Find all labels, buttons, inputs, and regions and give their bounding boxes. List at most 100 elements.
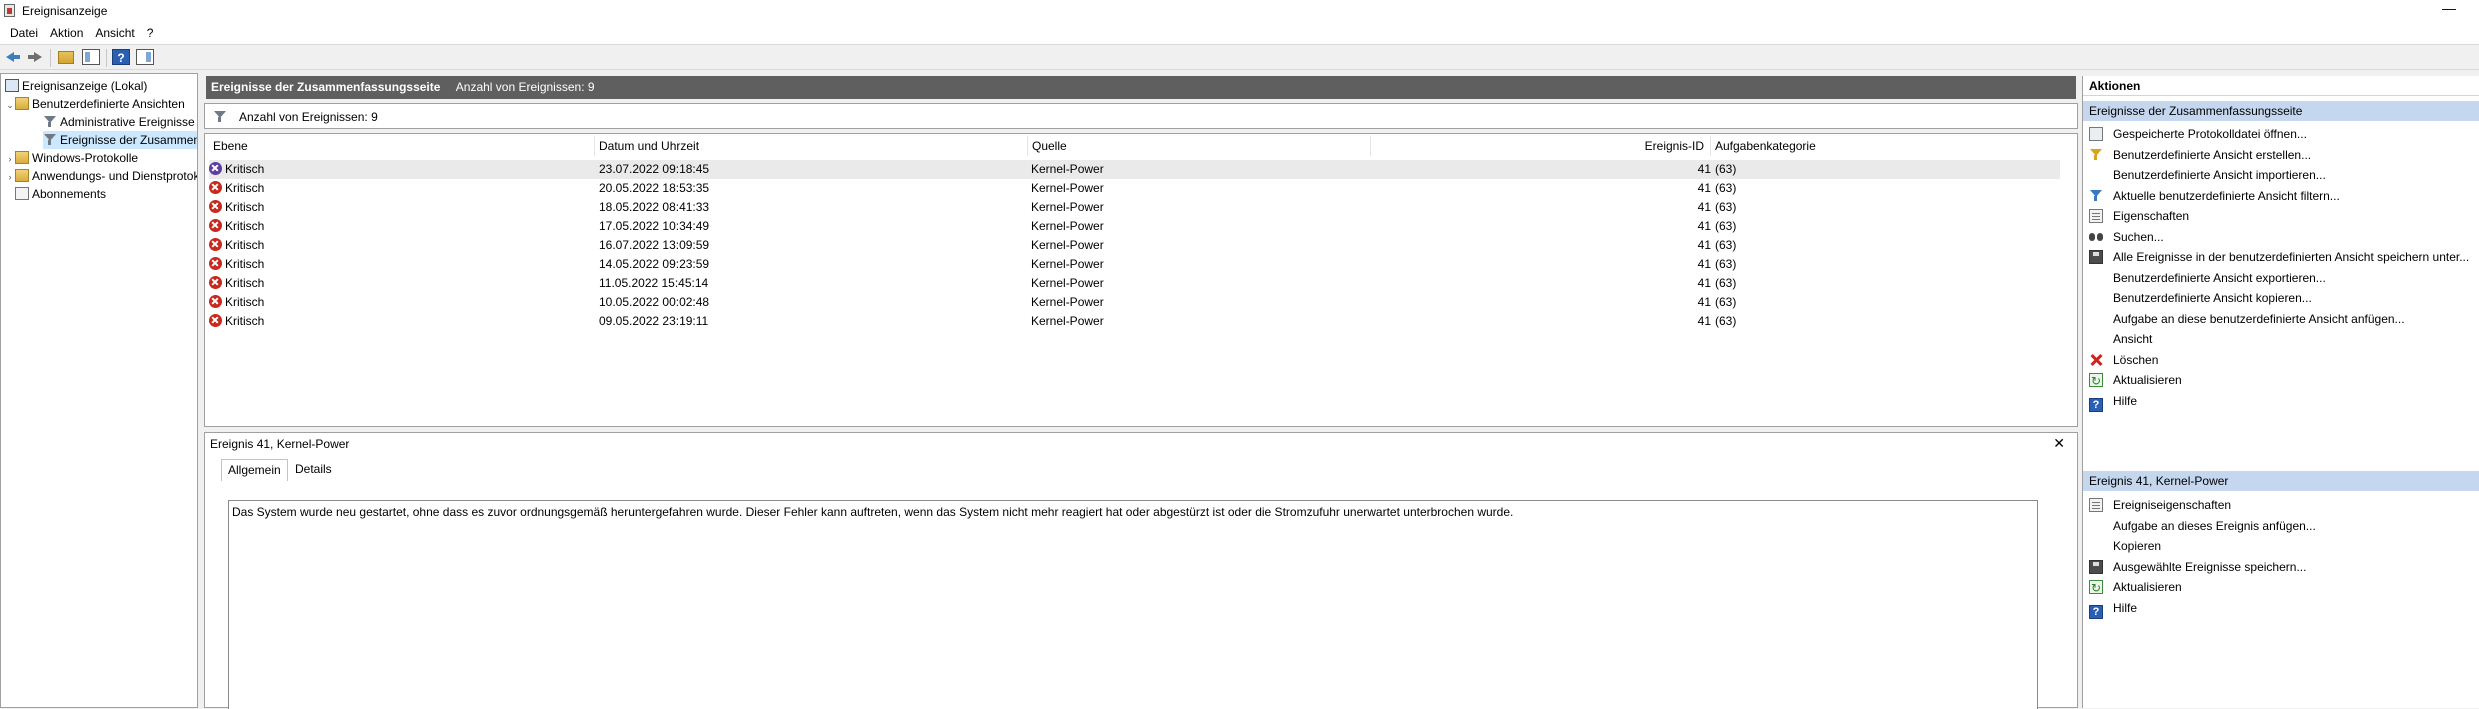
action-item[interactable]: Eigenschaften — [2089, 205, 2189, 227]
expand-chevron-icon[interactable]: › — [5, 168, 15, 186]
cell-datetime: 20.05.2022 18:53:35 — [599, 181, 710, 195]
cell-source: Kernel-Power — [1031, 181, 1104, 195]
action-label: Suchen... — [2113, 229, 2164, 244]
tree-item-root[interactable]: Ereignisanzeige (Lokal) — [5, 77, 147, 95]
column-header-task-category[interactable]: Aufgabenkategorie — [1711, 136, 2061, 156]
close-icon[interactable]: ✕ — [2053, 435, 2065, 452]
action-label: Ansicht — [2113, 332, 2153, 346]
menu-help[interactable]: ? — [141, 26, 160, 40]
action-item[interactable]: Aktualisieren — [2089, 576, 2182, 599]
filter-icon — [43, 115, 57, 128]
create-view-filter-icon — [2089, 148, 2103, 162]
toolbar-separator — [106, 49, 107, 67]
table-row[interactable]: Kritisch 17.05.2022 10:34:49 Kernel-Power 4… — [209, 217, 2060, 236]
minimize-button[interactable]: — — [2429, 0, 2469, 22]
table-row[interactable]: Kritisch 14.05.2022 09:23:59 Kernel-Power 4… — [209, 255, 2060, 274]
filter-bar: Anzahl von Ereignissen: 9 — [204, 103, 2078, 129]
action-item[interactable]: Aufgabe an diese benutzerdefinierte Ansi… — [2089, 308, 2405, 330]
menu-aktion[interactable]: Aktion — [44, 26, 89, 40]
action-item[interactable]: Gespeicherte Protokolldatei öffnen... — [2089, 123, 2307, 145]
action-label: Löschen — [2113, 352, 2159, 367]
column-header-source[interactable]: Quelle — [1028, 136, 1371, 156]
action-item[interactable]: Kopieren — [2089, 535, 2161, 557]
action-label: Hilfe — [2113, 600, 2138, 615]
action-item[interactable]: Aktuelle benutzerdefinierte Ansicht filt… — [2089, 185, 2340, 207]
action-item[interactable]: Ansicht — [2089, 328, 2152, 350]
critical-error-icon — [209, 219, 222, 232]
table-row[interactable]: Kritisch 23.07.2022 09:18:45 Kernel-Power 4… — [209, 160, 2060, 179]
forward-arrow-icon[interactable] — [26, 49, 44, 65]
cell-source: Kernel-Power — [1031, 295, 1104, 309]
collapse-chevron-icon[interactable]: ⌄ — [5, 96, 15, 114]
cell-source: Kernel-Power — [1031, 276, 1104, 290]
action-item[interactable]: ? Hilfe — [2089, 390, 2137, 412]
help-icon[interactable]: ? — [112, 49, 130, 65]
action-item[interactable]: Ereigniseigenschaften — [2089, 494, 2231, 516]
actions-section-view[interactable]: Ereignisse der Zusammenfassungsseite — [2083, 101, 2479, 121]
tree-item-label: Benutzerdefinierte Ansichten — [32, 97, 185, 111]
tree-item-app-service-logs[interactable]: › Anwendungs- und Dienstprotokolle — [5, 167, 198, 186]
tree-item-windows-logs[interactable]: › Windows-Protokolle — [5, 149, 138, 167]
subscriptions-icon — [15, 187, 29, 200]
tree-item-label: Anwendungs- und Dienstprotokolle — [32, 169, 198, 183]
column-header-level[interactable]: Ebene — [209, 136, 595, 156]
action-item[interactable]: Benutzerdefinierte Ansicht erstellen... — [2089, 144, 2311, 166]
table-row[interactable]: Kritisch 11.05.2022 15:45:14 Kernel-Power 4… — [209, 274, 2060, 293]
help-icon: ? — [2089, 397, 2103, 412]
action-item[interactable]: Suchen... — [2089, 226, 2164, 248]
tab-allgemein[interactable]: Allgemein — [221, 459, 288, 481]
up-folder-icon[interactable] — [58, 51, 74, 64]
level-label: Kritisch — [225, 200, 265, 214]
action-item[interactable]: Benutzerdefinierte Ansicht importieren..… — [2089, 164, 2326, 186]
cell-event-id: 41 — [1697, 257, 1711, 271]
tree-item-summary-events[interactable]: Ereignisse der Zusammenfassungsseite — [43, 131, 197, 149]
tree-item-custom-views[interactable]: ⌄ Benutzerdefinierte Ansichten — [5, 95, 185, 113]
blank-icon — [2089, 312, 2103, 326]
show-hide-action-pane-icon[interactable] — [136, 49, 154, 65]
table-row[interactable]: Kritisch 20.05.2022 18:53:35 Kernel-Power 4… — [209, 179, 2060, 198]
blank-icon — [2089, 519, 2103, 533]
cell-task-category: (63) — [1715, 200, 1737, 214]
column-header-datetime[interactable]: Datum und Uhrzeit — [595, 136, 1028, 156]
cell-level: Kritisch — [209, 198, 264, 217]
actions-section-event[interactable]: Ereignis 41, Kernel-Power — [2083, 471, 2479, 491]
cell-task-category: (63) — [1715, 276, 1737, 290]
table-row[interactable]: Kritisch 18.05.2022 08:41:33 Kernel-Power 4… — [209, 198, 2060, 217]
cell-task-category: (63) — [1715, 295, 1737, 309]
expand-chevron-icon[interactable]: › — [5, 150, 15, 168]
cell-datetime: 17.05.2022 10:34:49 — [599, 219, 710, 233]
column-header-event-id[interactable]: Ereignis-ID — [1371, 136, 1711, 156]
action-item[interactable]: Löschen — [2089, 349, 2158, 371]
tree-item-subscriptions[interactable]: Abonnements — [15, 185, 106, 203]
event-detail-panel: Ereignis 41, Kernel-Power ✕ Allgemein De… — [204, 432, 2078, 709]
show-hide-tree-icon[interactable] — [82, 49, 100, 65]
tree-item-label: Ereignisse der Zusammenfassungsseite — [60, 133, 197, 147]
cell-datetime: 09.05.2022 23:19:11 — [599, 314, 709, 328]
table-row[interactable]: Kritisch 10.05.2022 00:02:48 Kernel-Power 4… — [209, 293, 2060, 312]
binoculars-icon — [2089, 230, 2103, 244]
action-item[interactable]: Ausgewählte Ereignisse speichern... — [2089, 556, 2306, 578]
action-item[interactable]: Benutzerdefinierte Ansicht exportieren..… — [2089, 267, 2326, 289]
delete-icon — [2089, 353, 2103, 367]
tab-details[interactable]: Details — [289, 459, 338, 481]
table-row[interactable]: Kritisch 16.07.2022 13:09:59 Kernel-Power 4… — [209, 236, 2060, 255]
events-panel-title: Ereignisse der Zusammenfassungsseite — [211, 80, 441, 94]
action-item[interactable]: Aufgabe an dieses Ereignis anfügen... — [2089, 515, 2316, 537]
window-title: Ereignisanzeige — [22, 4, 108, 18]
action-item[interactable]: Alle Ereignisse in der benutzerdefiniert… — [2089, 246, 2469, 268]
action-label: Alle Ereignisse in der benutzerdefiniert… — [2113, 250, 2470, 264]
action-item[interactable]: ? Hilfe — [2089, 597, 2137, 619]
cell-task-category: (63) — [1715, 238, 1737, 252]
cell-task-category: (63) — [1715, 162, 1737, 176]
action-item[interactable]: Aktualisieren — [2089, 369, 2182, 392]
action-label: Kopieren — [2113, 539, 2162, 553]
tree-item-admin-events[interactable]: Administrative Ereignisse — [43, 113, 195, 131]
menu-datei[interactable]: Datei — [4, 26, 44, 40]
action-label: Benutzerdefinierte Ansicht importieren..… — [2113, 168, 2326, 182]
table-row[interactable]: Kritisch 09.05.2022 23:19:11 Kernel-Power 4… — [209, 312, 2060, 331]
menu-ansicht[interactable]: Ansicht — [89, 26, 140, 40]
action-label: Aktuelle benutzerdefinierte Ansicht filt… — [2113, 188, 2340, 203]
back-arrow-icon[interactable] — [4, 49, 22, 65]
critical-error-icon — [209, 295, 222, 308]
action-item[interactable]: Benutzerdefinierte Ansicht kopieren... — [2089, 287, 2312, 309]
